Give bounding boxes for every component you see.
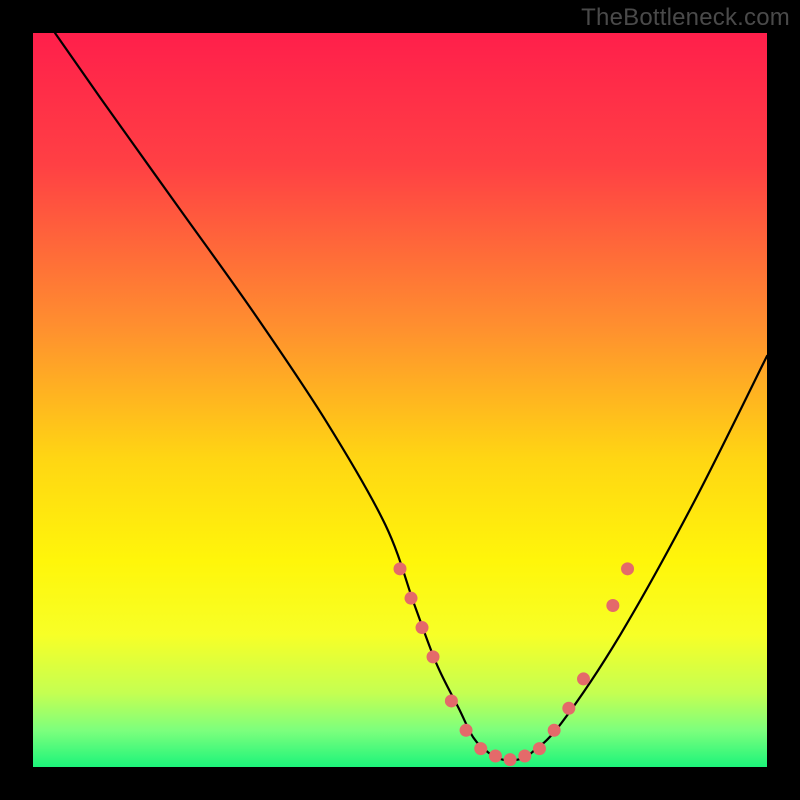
marker-dot bbox=[606, 599, 619, 612]
marker-dot bbox=[460, 724, 473, 737]
marker-dot bbox=[562, 702, 575, 715]
marker-dot bbox=[577, 672, 590, 685]
marker-dot bbox=[548, 724, 561, 737]
watermark-text: TheBottleneck.com bbox=[581, 4, 790, 32]
chart-stage: TheBottleneck.com bbox=[0, 0, 800, 800]
marker-dot bbox=[427, 650, 440, 663]
plot-area bbox=[33, 33, 767, 767]
chart-svg bbox=[0, 0, 800, 800]
marker-dot bbox=[445, 694, 458, 707]
marker-dot bbox=[394, 562, 407, 575]
marker-dot bbox=[504, 753, 517, 766]
marker-dot bbox=[405, 592, 418, 605]
marker-dot bbox=[533, 742, 546, 755]
marker-dot bbox=[474, 742, 487, 755]
marker-dot bbox=[518, 749, 531, 762]
marker-dot bbox=[489, 749, 502, 762]
marker-dot bbox=[621, 562, 634, 575]
marker-dot bbox=[416, 621, 429, 634]
